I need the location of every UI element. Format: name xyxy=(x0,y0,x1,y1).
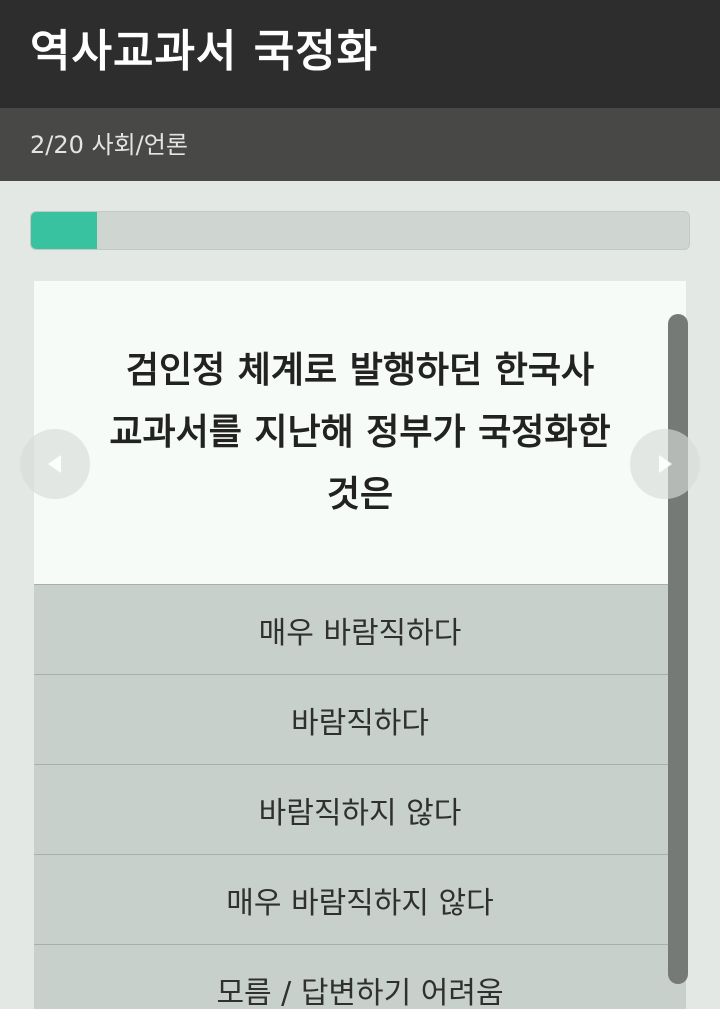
question-line-3: 것은 xyxy=(326,473,394,515)
question-card: 검인정 체계로 발행하던 한국사 교과서를 지난해 정부가 국정화한 것은 매우… xyxy=(34,281,686,1009)
question-text: 검인정 체계로 발행하던 한국사 교과서를 지난해 정부가 국정화한 것은 xyxy=(109,340,610,526)
app-header: 역사교과서 국정화 xyxy=(0,0,720,108)
page-title: 역사교과서 국정화 xyxy=(30,26,379,77)
question-line-2: 교과서를 지난해 정부가 국정화한 xyxy=(109,411,611,453)
progress-bar-fill xyxy=(31,212,97,249)
next-question-button[interactable] xyxy=(630,429,700,499)
prev-question-button[interactable] xyxy=(20,429,90,499)
option-very-undesirable[interactable]: 매우 바람직하지 않다 xyxy=(34,854,686,944)
option-not-desirable[interactable]: 바람직하지 않다 xyxy=(34,764,686,854)
progress-bar xyxy=(30,211,690,250)
chevron-left-icon xyxy=(41,450,69,478)
question-counter-category: 2/20 사회/언론 xyxy=(30,131,188,159)
sub-header: 2/20 사회/언론 xyxy=(0,108,720,181)
scrollbar-thumb[interactable] xyxy=(668,314,688,984)
question-line-1: 검인정 체계로 발행하던 한국사 xyxy=(125,349,595,391)
answer-options: 매우 바람직하다 바람직하다 바람직하지 않다 매우 바람직하지 않다 모름 /… xyxy=(34,584,686,1009)
chevron-right-icon xyxy=(651,450,679,478)
option-very-desirable[interactable]: 매우 바람직하다 xyxy=(34,584,686,674)
option-desirable[interactable]: 바람직하다 xyxy=(34,674,686,764)
option-dont-know[interactable]: 모름 / 답변하기 어려움 xyxy=(34,944,686,1009)
question-area: 검인정 체계로 발행하던 한국사 교과서를 지난해 정부가 국정화한 것은 xyxy=(34,281,686,584)
